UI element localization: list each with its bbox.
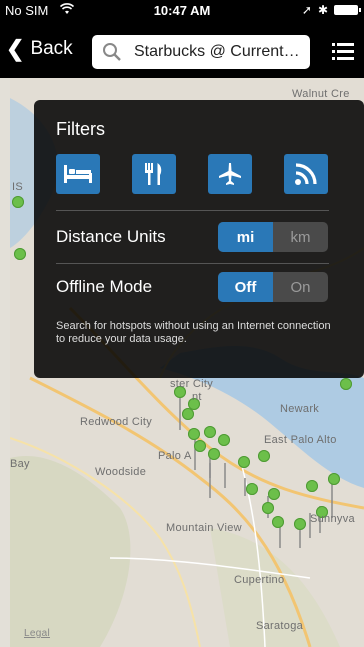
- location-arrow-icon: ➚: [301, 3, 312, 17]
- map-pin[interactable]: [238, 456, 250, 468]
- map-label-woodside: Woodside: [95, 466, 147, 478]
- map-pin[interactable]: [258, 450, 270, 462]
- search-field[interactable]: Starbucks @ Current…: [92, 35, 310, 69]
- map-label-newark: Newark: [280, 403, 320, 415]
- divider: [56, 263, 329, 264]
- divider: [56, 210, 329, 211]
- map-pin[interactable]: [188, 428, 200, 440]
- map-pin[interactable]: [194, 440, 206, 452]
- map-label-sunnyvale: Sunnyva: [310, 513, 355, 525]
- distance-unit-km[interactable]: km: [273, 222, 328, 252]
- map-label-cupertino: Cupertino: [234, 574, 285, 586]
- bed-icon: [64, 165, 92, 183]
- map-label-nt: nt: [192, 391, 202, 403]
- map-label-saratoga: Saratoga: [256, 620, 304, 632]
- search-icon: [103, 43, 121, 61]
- map-label-east-palo-alto: East Palo Alto: [264, 434, 337, 446]
- offline-mode-on[interactable]: On: [273, 272, 328, 302]
- distance-unit-mi[interactable]: mi: [218, 222, 273, 252]
- legal-link[interactable]: Legal: [24, 628, 50, 639]
- map-pin[interactable]: [208, 448, 220, 460]
- map-pin[interactable]: [246, 483, 258, 495]
- map-label-mountain-view: Mountain View: [166, 522, 242, 534]
- filter-hotspot-button[interactable]: [284, 154, 328, 194]
- airplane-icon: [219, 163, 241, 185]
- map-pin[interactable]: [306, 480, 318, 492]
- fork-knife-icon: [145, 163, 162, 185]
- distance-units-label: Distance Units: [56, 227, 166, 246]
- map-pin[interactable]: [14, 248, 26, 260]
- navigation-bar: ❮ Back Starbucks @ Current…: [0, 22, 364, 78]
- map-pin[interactable]: [262, 502, 274, 514]
- status-icons: ➚ ✱: [301, 3, 361, 17]
- map-pin[interactable]: [268, 488, 280, 500]
- filter-food-button[interactable]: [132, 154, 176, 194]
- app-screen: No SIM 10:47 AM ➚ ✱ ❮ Back Starbucks @ C…: [0, 0, 364, 647]
- map-label-walnut-creek: Walnut Cre: [292, 88, 350, 100]
- map-pin[interactable]: [218, 434, 230, 446]
- map-label-redwood-city: Redwood City: [80, 416, 153, 428]
- wifi-signal-icon: [295, 163, 317, 185]
- filters-panel: Filters Distance Units mi km Offline Mod…: [34, 100, 364, 378]
- offline-mode-off[interactable]: Off: [218, 272, 273, 302]
- offline-mode-label: Offline Mode: [56, 277, 153, 296]
- status-bar: No SIM 10:47 AM ➚ ✱: [0, 0, 364, 22]
- map-label-palo-alto: Palo A: [158, 450, 192, 462]
- chevron-left-icon: ❮: [6, 36, 25, 61]
- map-label-bay: Bay: [10, 458, 30, 470]
- filter-hotel-button[interactable]: [56, 154, 100, 194]
- bluetooth-icon: ✱: [317, 3, 328, 17]
- back-label: Back: [30, 38, 73, 59]
- battery-icon: [334, 5, 361, 15]
- map-pin[interactable]: [340, 378, 352, 390]
- filter-airport-button[interactable]: [208, 154, 252, 194]
- map-pin[interactable]: [182, 408, 194, 420]
- distance-units-control[interactable]: mi km: [218, 222, 328, 252]
- map-pin[interactable]: [272, 516, 284, 528]
- map-pin[interactable]: [12, 196, 24, 208]
- map-pin[interactable]: [204, 426, 216, 438]
- back-button[interactable]: ❮ Back: [6, 38, 73, 60]
- filters-title: Filters: [56, 119, 105, 139]
- map-pin[interactable]: [328, 473, 340, 485]
- offline-mode-control[interactable]: Off On: [218, 272, 328, 302]
- map-label-is: IS: [12, 181, 23, 193]
- map-pin[interactable]: [294, 518, 306, 530]
- list-icon[interactable]: [332, 43, 354, 61]
- search-input[interactable]: Starbucks @ Current…: [134, 43, 300, 61]
- map-label-foster-city: ster City: [170, 378, 214, 390]
- offline-mode-description: Search for hotspots without using an Int…: [56, 320, 331, 345]
